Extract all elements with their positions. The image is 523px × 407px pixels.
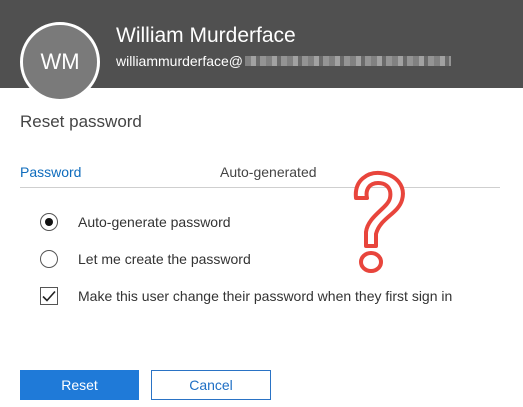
auto-generate-label[interactable]: Auto-generate password xyxy=(78,214,231,230)
tab-divider xyxy=(20,187,500,188)
create-password-option[interactable]: Let me create the password xyxy=(40,249,251,269)
panel-title: Reset password xyxy=(20,112,142,131)
force-change-option[interactable]: Make this user change their password whe… xyxy=(40,286,452,306)
avatar: WM xyxy=(20,22,100,102)
reset-button[interactable]: Reset xyxy=(20,370,139,400)
user-header: WM William Murderface williammurderface@ xyxy=(0,0,523,102)
user-email: williammurderface@ xyxy=(116,53,452,69)
tab-password-label: Password xyxy=(20,164,82,180)
checkmark-icon xyxy=(42,290,56,302)
auto-generate-radio[interactable] xyxy=(40,213,58,231)
create-password-label[interactable]: Let me create the password xyxy=(78,251,251,267)
tab-auto-generated-value: Auto-generated xyxy=(220,164,317,180)
create-password-radio[interactable] xyxy=(40,250,58,268)
force-change-label[interactable]: Make this user change their password whe… xyxy=(78,288,452,304)
cancel-button[interactable]: Cancel xyxy=(151,370,271,400)
avatar-initials: WM xyxy=(40,49,80,74)
user-email-prefix: williammurderface@ xyxy=(116,53,244,69)
auto-generate-option[interactable]: Auto-generate password xyxy=(40,212,231,232)
user-name: William Murderface xyxy=(116,24,296,47)
force-change-checkbox[interactable] xyxy=(40,287,58,305)
redacted-email-domain xyxy=(245,56,452,66)
question-mark-annotation-icon xyxy=(353,170,405,273)
